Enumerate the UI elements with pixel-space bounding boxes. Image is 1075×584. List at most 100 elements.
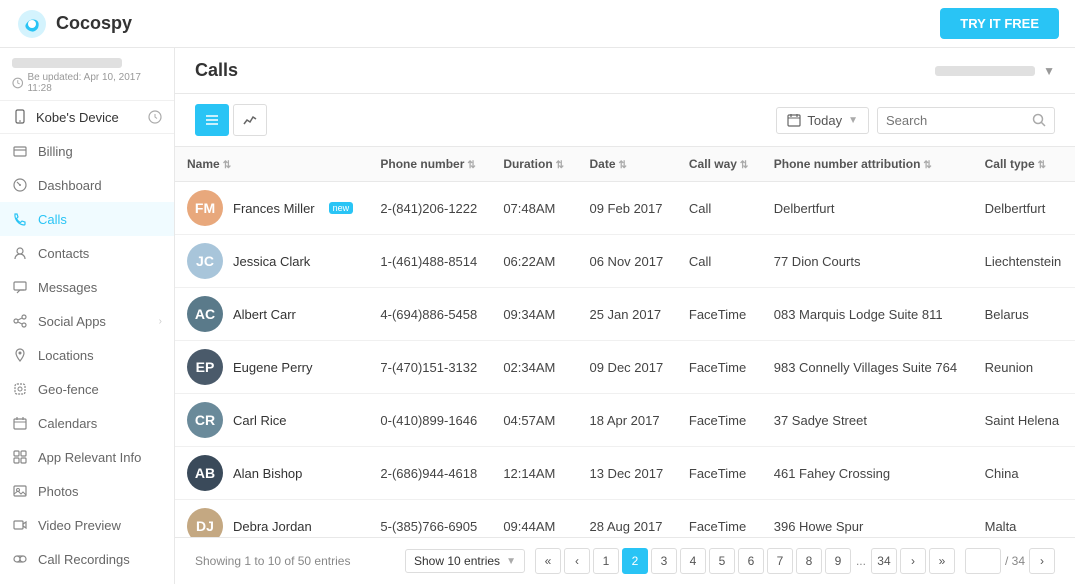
photos-icon	[12, 483, 28, 499]
geofence-icon	[12, 381, 28, 397]
search-input[interactable]	[886, 113, 1026, 128]
sidebar-item-calendars[interactable]: Calendars	[0, 406, 174, 440]
cell-name: CR Carl Rice	[175, 394, 368, 447]
chart-icon	[243, 114, 257, 126]
content-header: Calls ▼	[175, 48, 1075, 94]
list-icon	[205, 114, 219, 126]
billing-icon	[12, 143, 28, 159]
chevron-down-icon: ▼	[1043, 64, 1055, 78]
table-row: AC Albert Carr 4-(694)886-545809:34AM25 …	[175, 288, 1075, 341]
page-8-button[interactable]: 8	[796, 548, 822, 574]
contacts-icon	[12, 245, 28, 261]
sidebar-item-dashboard[interactable]: Dashboard	[0, 168, 174, 202]
cell-calltype: China	[973, 447, 1075, 500]
cell-callway: FaceTime	[677, 341, 762, 394]
cell-phone: 0-(410)899-1646	[368, 394, 491, 447]
calls-table: Name⇅ Phone number⇅ Duration⇅ Date⇅ Call…	[175, 147, 1075, 537]
table-container: Name⇅ Phone number⇅ Duration⇅ Date⇅ Call…	[175, 147, 1075, 537]
page-jump-input[interactable]	[965, 548, 1001, 574]
search-box	[877, 107, 1055, 134]
page-5-button[interactable]: 5	[709, 548, 735, 574]
content-area: Calls ▼ Today ▼	[175, 48, 1075, 584]
view-toggle	[195, 104, 267, 136]
cell-date: 28 Aug 2017	[577, 500, 676, 538]
dashboard-icon	[12, 177, 28, 193]
cell-name: FM Frances Miller new	[175, 182, 368, 235]
sort-duration-icon: ⇅	[556, 160, 564, 171]
device-row: Kobe's Device	[0, 101, 174, 134]
updated-time: Be updated: Apr 10, 2017 11:28	[12, 72, 162, 94]
cell-attribution: 983 Connelly Villages Suite 764	[762, 341, 973, 394]
cell-phone: 4-(694)886-5458	[368, 288, 491, 341]
page-jump-go-button[interactable]: ›	[1029, 548, 1055, 574]
cell-date: 09 Dec 2017	[577, 341, 676, 394]
pagination-area: Show 10 entries ▼ « ‹ 1 2 3 4 5 6 7 8 9 …	[405, 548, 1055, 574]
cell-calltype: Saint Helena	[973, 394, 1075, 447]
page-1-button[interactable]: 1	[593, 548, 619, 574]
date-picker[interactable]: Today ▼	[776, 107, 869, 134]
date-dropdown-icon: ▼	[848, 115, 858, 126]
prev-first-button[interactable]: «	[535, 548, 561, 574]
page-3-button[interactable]: 3	[651, 548, 677, 574]
chevron-right-icon: ›	[159, 316, 162, 327]
sidebar-item-messages[interactable]: Messages	[0, 270, 174, 304]
new-badge: new	[329, 202, 354, 214]
sidebar-item-billing[interactable]: Billing	[0, 134, 174, 168]
logo: Cocospy	[16, 8, 132, 40]
next-last-button[interactable]: »	[929, 548, 955, 574]
col-call-way: Call way⇅	[677, 147, 762, 182]
chart-view-button[interactable]	[233, 104, 267, 136]
contact-name: Albert Carr	[233, 307, 296, 322]
recordings-icon	[12, 551, 28, 567]
sidebar-item-video-preview[interactable]: Video Preview	[0, 508, 174, 542]
sort-attribution-icon: ⇅	[923, 160, 931, 171]
table-row: JC Jessica Clark 1-(461)488-851406:22AM0…	[175, 235, 1075, 288]
cell-callway: FaceTime	[677, 500, 762, 538]
sort-callway-icon: ⇅	[740, 160, 748, 171]
prev-button[interactable]: ‹	[564, 548, 590, 574]
cell-date: 13 Dec 2017	[577, 447, 676, 500]
sidebar-item-call-recordings[interactable]: Call Recordings	[0, 542, 174, 576]
sidebar-item-photos[interactable]: Photos	[0, 474, 174, 508]
sort-date-icon: ⇅	[619, 160, 627, 171]
page-6-button[interactable]: 6	[738, 548, 764, 574]
cell-duration: 09:34AM	[491, 288, 577, 341]
next-button[interactable]: ›	[900, 548, 926, 574]
try-it-button[interactable]: TRY IT FREE	[940, 8, 1059, 39]
cell-duration: 09:44AM	[491, 500, 577, 538]
list-view-button[interactable]	[195, 104, 229, 136]
col-duration: Duration⇅	[491, 147, 577, 182]
page-9-button[interactable]: 9	[825, 548, 851, 574]
cell-attribution: 77 Dion Courts	[762, 235, 973, 288]
contact-name: Jessica Clark	[233, 254, 310, 269]
sidebar-item-social-apps[interactable]: Social Apps ›	[0, 304, 174, 338]
page-ellipsis: ...	[854, 554, 868, 568]
sort-phone-icon: ⇅	[467, 160, 475, 171]
page-34-button[interactable]: 34	[871, 548, 897, 574]
sidebar-item-geo-fence[interactable]: Geo-fence	[0, 372, 174, 406]
sidebar-item-contacts[interactable]: Contacts	[0, 236, 174, 270]
sidebar-item-locations[interactable]: Locations	[0, 338, 174, 372]
sidebar-item-app-relevant[interactable]: App Relevant Info	[0, 440, 174, 474]
per-page-select[interactable]: Show 10 entries ▼	[405, 549, 525, 573]
table-body: FM Frances Miller new 2-(841)206-122207:…	[175, 182, 1075, 538]
cell-calltype: Belarus	[973, 288, 1075, 341]
sort-calltype-icon: ⇅	[1038, 160, 1046, 171]
sidebar-item-record-surround[interactable]: Record Surround	[0, 576, 174, 584]
cell-callway: Call	[677, 182, 762, 235]
messages-icon	[12, 279, 28, 295]
col-call-type: Call type⇅	[973, 147, 1075, 182]
cell-calltype: Reunion	[973, 341, 1075, 394]
page-4-button[interactable]: 4	[680, 548, 706, 574]
page-2-button[interactable]: 2	[622, 548, 648, 574]
cell-date: 18 Apr 2017	[577, 394, 676, 447]
search-icon	[1032, 113, 1046, 127]
avatar: AC	[187, 296, 223, 332]
page-total-label: / 34	[1005, 554, 1025, 568]
toolbar-right: Today ▼	[776, 107, 1055, 134]
col-attribution: Phone number attribution⇅	[762, 147, 973, 182]
cell-duration: 02:34AM	[491, 341, 577, 394]
cell-attribution: 083 Marquis Lodge Suite 811	[762, 288, 973, 341]
page-7-button[interactable]: 7	[767, 548, 793, 574]
sidebar-item-calls[interactable]: Calls	[0, 202, 174, 236]
